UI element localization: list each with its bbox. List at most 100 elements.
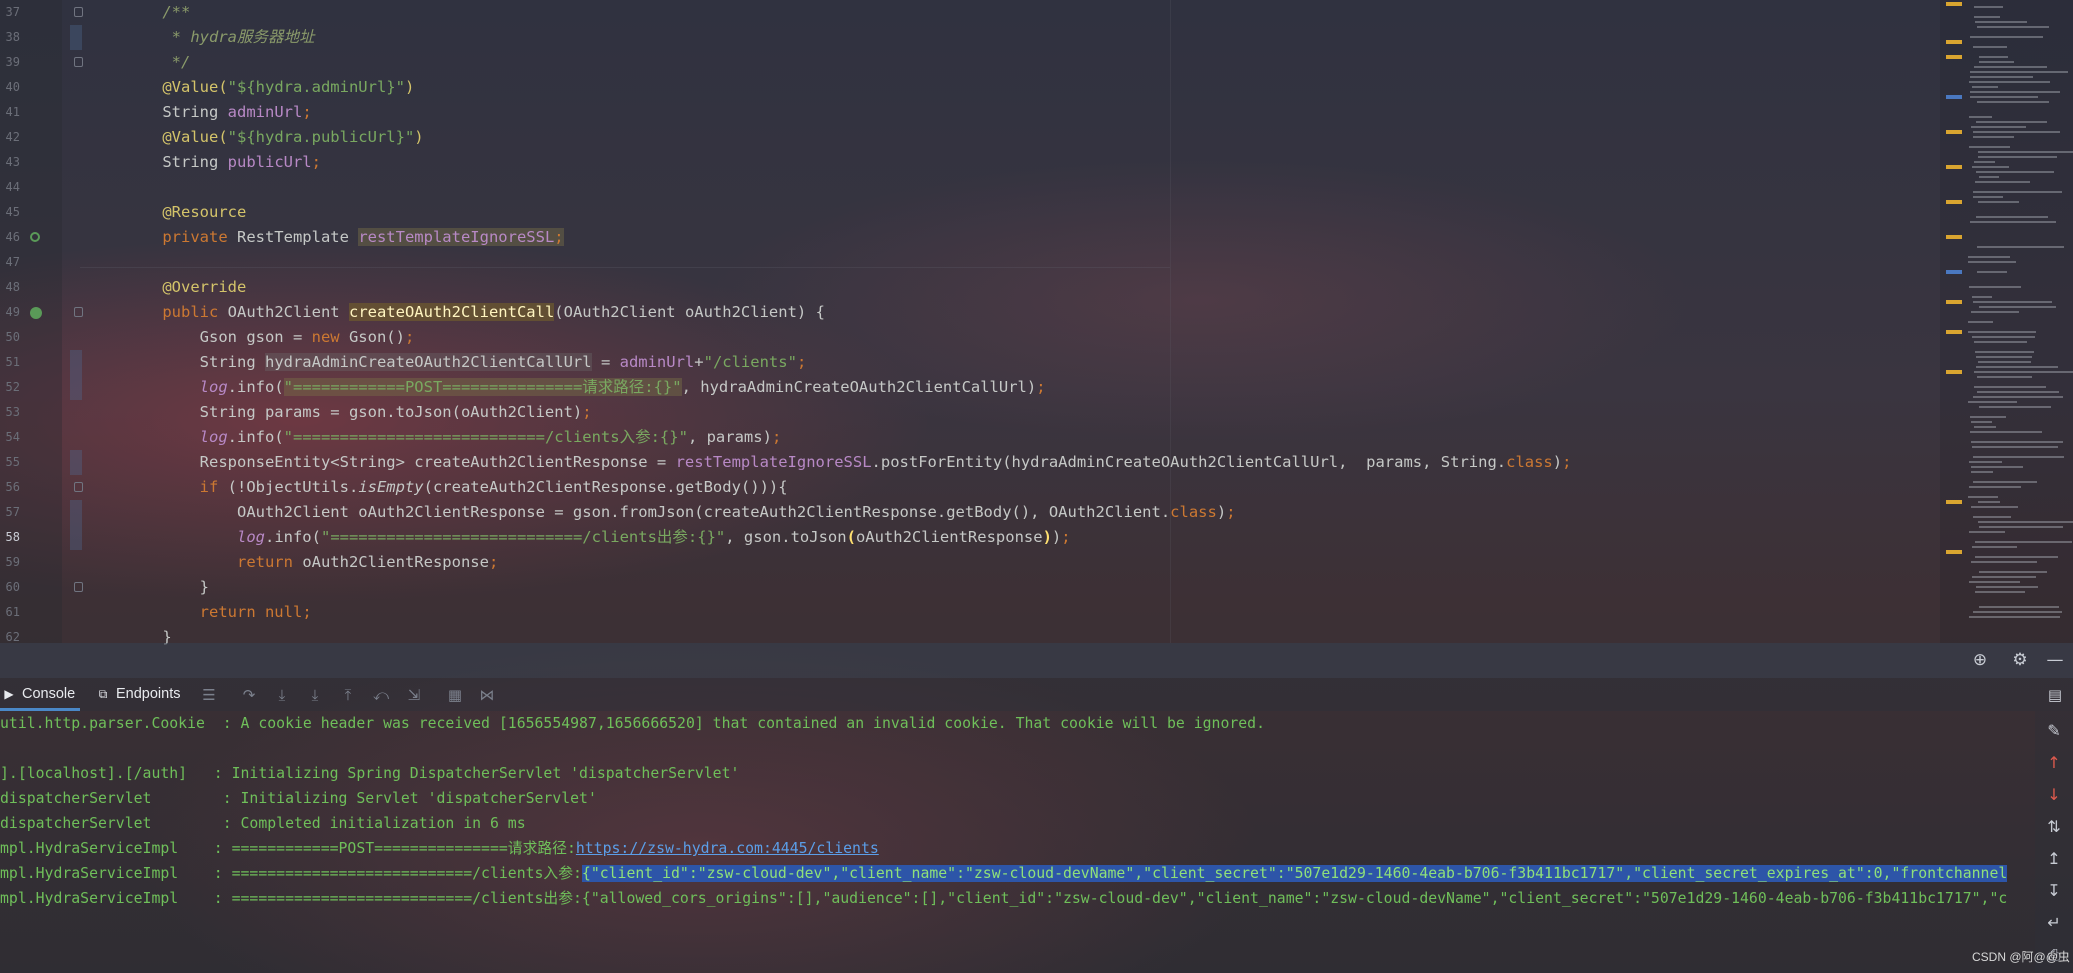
- code-line[interactable]: 56 if (!ObjectUtils.isEmpty(createAuth2C…: [0, 475, 1940, 500]
- error-stripe-mark[interactable]: [1946, 55, 1962, 59]
- console-output[interactable]: util.http.parser.Cookie : A cookie heade…: [0, 711, 2035, 973]
- layout-icon[interactable]: ▤: [2046, 686, 2064, 704]
- error-stripe-mark[interactable]: [1946, 40, 1962, 44]
- code-text: return oAuth2ClientResponse;: [125, 550, 498, 575]
- force-step-into-icon[interactable]: ⤓: [306, 686, 324, 704]
- vcs-change-marker[interactable]: [70, 450, 82, 475]
- vcs-change-marker[interactable]: [70, 25, 82, 50]
- error-stripe-mark[interactable]: [1946, 270, 1962, 274]
- code-line[interactable]: 38 * hydra服务器地址: [0, 25, 1940, 50]
- code-line[interactable]: 43 String publicUrl;: [0, 150, 1940, 175]
- minimap-line: [1979, 571, 2047, 573]
- log-line[interactable]: mpl.HydraServiceImpl : =================…: [0, 861, 2008, 886]
- error-stripe-mark[interactable]: [1946, 500, 1962, 504]
- code-token: private: [125, 228, 237, 246]
- code-minimap[interactable]: [1940, 0, 2073, 643]
- code-line[interactable]: 40 @Value("${hydra.adminUrl}"): [0, 75, 1940, 100]
- code-line[interactable]: 58 log.info("===========================…: [0, 525, 1940, 550]
- fold-marker[interactable]: [74, 7, 83, 17]
- log-line[interactable]: mpl.HydraServiceImpl : ============POST=…: [0, 836, 879, 861]
- log-line[interactable]: ].[localhost].[/auth] : Initializing Spr…: [0, 761, 739, 786]
- vcs-change-marker[interactable]: [70, 350, 82, 375]
- code-line[interactable]: 54 log.info("===========================…: [0, 425, 1940, 450]
- minimap-line: [1972, 86, 1998, 88]
- minimap-line: [1969, 531, 2005, 533]
- error-stripe-mark[interactable]: [1946, 330, 1962, 334]
- fold-marker[interactable]: [74, 482, 83, 492]
- clear-icon[interactable]: ✎: [2045, 722, 2063, 740]
- code-text: @Override: [125, 275, 246, 300]
- vcs-change-marker[interactable]: [70, 375, 82, 400]
- fold-marker[interactable]: [74, 582, 83, 592]
- sort-icon[interactable]: ⇅: [2045, 818, 2063, 836]
- error-stripe-mark[interactable]: [1946, 550, 1962, 554]
- code-line[interactable]: 45 @Resource: [0, 200, 1940, 225]
- vcs-change-marker[interactable]: [70, 500, 82, 525]
- crosshair-icon[interactable]: ⊕: [1971, 651, 1989, 669]
- list-icon[interactable]: ☰: [200, 686, 218, 704]
- code-token: String: [125, 153, 228, 171]
- code-line[interactable]: 61 return null;: [0, 600, 1940, 625]
- log-link[interactable]: https://zsw-hydra.com:4445/clients: [576, 840, 879, 857]
- error-stripe-mark[interactable]: [1946, 130, 1962, 134]
- code-token: ): [1552, 453, 1563, 471]
- code-line[interactable]: 50 Gson gson = new Gson();: [0, 325, 1940, 350]
- code-line[interactable]: 51 String hydraAdminCreateOAuth2ClientCa…: [0, 350, 1940, 375]
- tab-console[interactable]: ▶ Console: [0, 678, 80, 711]
- code-line[interactable]: 59 return oAuth2ClientResponse;: [0, 550, 1940, 575]
- code-line[interactable]: 37 /**: [0, 0, 1940, 25]
- evaluate-icon[interactable]: ▦: [446, 686, 464, 704]
- code-line[interactable]: 47: [0, 250, 1940, 275]
- code-text: Gson gson = new Gson();: [125, 325, 415, 350]
- code-line[interactable]: 57 OAuth2Client oAuth2ClientResponse = g…: [0, 500, 1940, 525]
- code-token: /**: [125, 3, 191, 21]
- code-token: +: [694, 353, 704, 371]
- error-stripe-mark[interactable]: [1946, 95, 1962, 99]
- tab-endpoints[interactable]: ⧉ Endpoints: [96, 678, 181, 711]
- minimap-line: [1979, 176, 1999, 178]
- arrow-down-icon[interactable]: ↓: [2045, 786, 2063, 804]
- step-into-icon[interactable]: ⤓: [273, 686, 291, 704]
- code-line[interactable]: 39 */: [0, 50, 1940, 75]
- error-stripe-mark[interactable]: [1946, 165, 1962, 169]
- code-editor[interactable]: 37 /** 38 * hydra服务器地址 39 */40 @Value("${h…: [0, 0, 2073, 646]
- trace-icon[interactable]: ⋈: [478, 686, 496, 704]
- fold-marker[interactable]: [74, 57, 83, 67]
- soft-wrap-icon[interactable]: ↵: [2045, 914, 2063, 932]
- code-line[interactable]: 52 log.info("============POST===========…: [0, 375, 1940, 400]
- error-stripe-mark[interactable]: [1946, 370, 1962, 374]
- code-line[interactable]: 49 public OAuth2Client createOAuth2Clien…: [0, 300, 1940, 325]
- minimap-line: [1973, 456, 2064, 458]
- error-stripe-mark[interactable]: [1946, 300, 1962, 304]
- error-stripe-mark[interactable]: [1946, 200, 1962, 204]
- code-line[interactable]: 42 @Value("${hydra.publicUrl}"): [0, 125, 1940, 150]
- code-line[interactable]: 48 @Override: [0, 275, 1940, 300]
- arrow-up-icon[interactable]: ↑: [2045, 754, 2063, 772]
- step-over-icon[interactable]: ↷: [240, 686, 258, 704]
- code-token: ;: [302, 103, 312, 121]
- minimap-line: [1969, 581, 2020, 583]
- code-line[interactable]: 46 private RestTemplate restTemplateIgno…: [0, 225, 1940, 250]
- code-line[interactable]: 44: [0, 175, 1940, 200]
- code-text: String hydraAdminCreateOAuth2ClientCallU…: [125, 350, 806, 375]
- step-out-icon[interactable]: ⤒: [339, 686, 357, 704]
- log-line[interactable]: util.http.parser.Cookie : A cookie heade…: [0, 711, 1265, 736]
- code-line[interactable]: 53 String params = gson.toJson(oAuth2Cli…: [0, 400, 1940, 425]
- error-stripe-mark[interactable]: [1946, 2, 1962, 6]
- code-line[interactable]: 60 }: [0, 575, 1940, 600]
- error-stripe-mark[interactable]: [1946, 235, 1962, 239]
- gear-icon[interactable]: ⚙: [2011, 651, 2029, 669]
- scroll-down-icon[interactable]: ↧: [2045, 882, 2063, 900]
- code-line[interactable]: 41 String adminUrl;: [0, 100, 1940, 125]
- drop-frame-icon[interactable]: ⤺: [372, 686, 390, 704]
- log-line[interactable]: mpl.HydraServiceImpl : =================…: [0, 886, 2007, 911]
- scroll-up-icon[interactable]: ↥: [2045, 850, 2063, 868]
- log-line[interactable]: dispatcherServlet : Completed initializa…: [0, 811, 526, 836]
- log-line[interactable]: dispatcherServlet : Initializing Servlet…: [0, 786, 597, 811]
- minimize-icon[interactable]: —: [2046, 651, 2064, 669]
- code-line[interactable]: 55 ResponseEntity<String> createAuth2Cli…: [0, 450, 1940, 475]
- run-to-cursor-icon[interactable]: ⇲: [405, 686, 423, 704]
- vcs-change-marker[interactable]: [70, 525, 82, 550]
- minimap-line: [1971, 441, 2063, 443]
- fold-marker[interactable]: [74, 307, 83, 317]
